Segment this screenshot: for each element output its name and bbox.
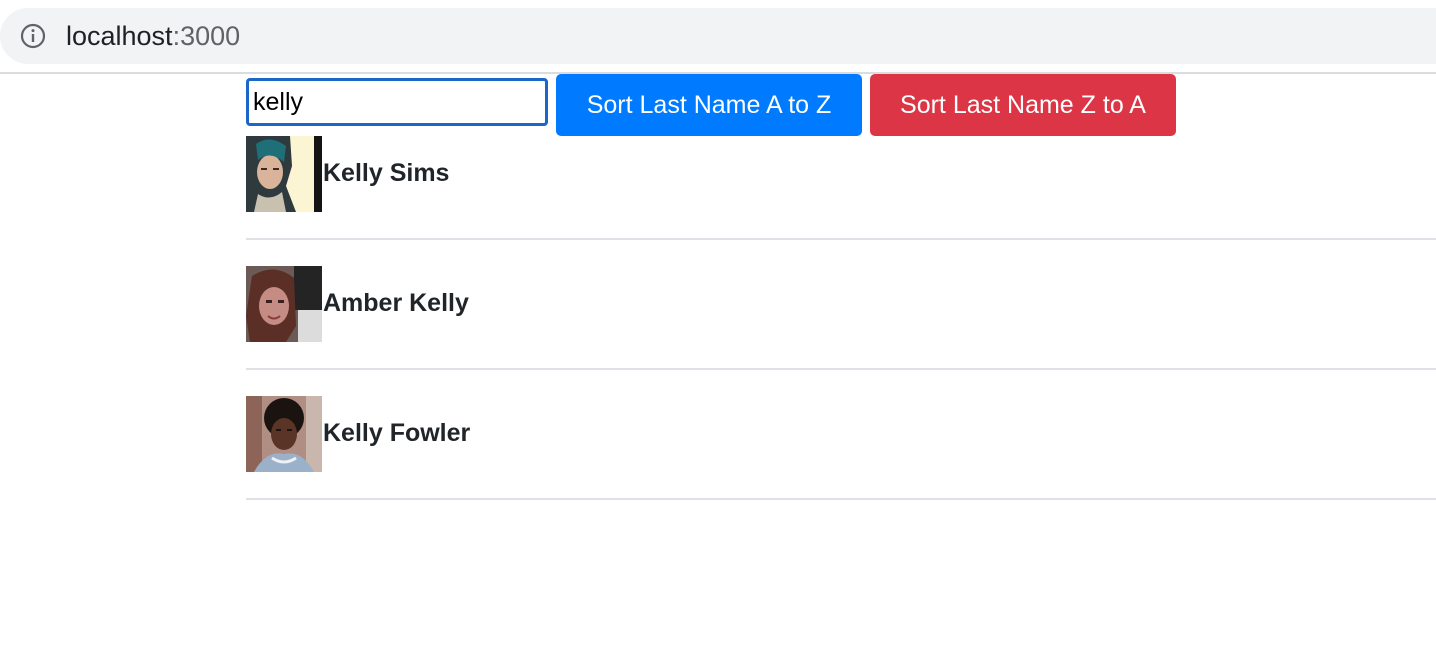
avatar bbox=[246, 136, 322, 212]
row-divider bbox=[246, 368, 1436, 370]
url-host: localhost bbox=[66, 21, 173, 51]
avatar bbox=[246, 266, 322, 342]
url-port: :3000 bbox=[172, 21, 241, 51]
info-icon[interactable] bbox=[20, 23, 46, 49]
url-text[interactable]: localhost:3000 bbox=[66, 21, 240, 51]
employee-row: Amber Kelly bbox=[246, 266, 1436, 370]
address-bar[interactable]: localhost:3000 bbox=[0, 8, 1436, 64]
employee-row: Kelly Sims bbox=[246, 136, 1436, 240]
employee-name: Kelly Fowler bbox=[323, 419, 471, 447]
row-divider bbox=[246, 498, 1436, 500]
sort-a-to-z-button[interactable]: Sort Last Name A to Z bbox=[556, 74, 862, 136]
sort-z-to-a-button[interactable]: Sort Last Name Z to A bbox=[870, 74, 1176, 136]
employee-name: Amber Kelly bbox=[323, 289, 469, 317]
avatar bbox=[246, 396, 322, 472]
row-divider bbox=[246, 238, 1436, 240]
search-input[interactable] bbox=[246, 78, 548, 126]
employee-name: Kelly Sims bbox=[323, 159, 450, 187]
employee-row: Kelly Fowler bbox=[246, 396, 1436, 500]
